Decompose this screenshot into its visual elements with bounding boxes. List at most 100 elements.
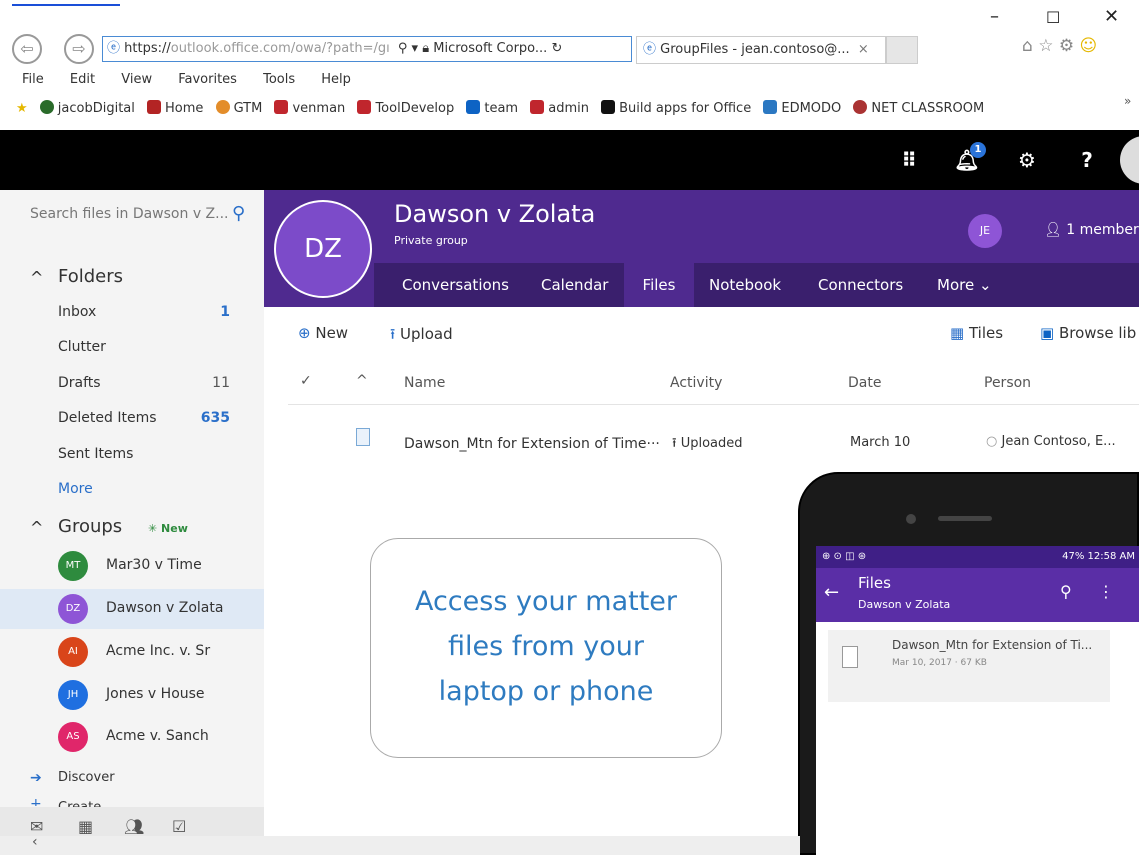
search-icon[interactable]: ⚲	[232, 196, 245, 232]
notifications-icon[interactable]: 🔔︎ 1	[944, 130, 990, 190]
top-link[interactable]	[12, 0, 120, 6]
tab-more[interactable]: More ⌄	[937, 263, 992, 307]
groups-collapse-icon[interactable]: ^	[30, 518, 43, 537]
folder-sent-items[interactable]: Sent Items	[58, 446, 133, 462]
group-item-jones[interactable]: JH Jones v House	[10, 675, 264, 715]
favorites-overflow-icon[interactable]: »	[1124, 94, 1131, 108]
group-avatar: AS	[58, 722, 88, 752]
file-name[interactable]: Dawson_Mtn for Extension of Time···	[404, 436, 660, 452]
menu-help[interactable]: Help	[321, 72, 351, 87]
calendar-icon[interactable]: ▦	[78, 817, 93, 836]
back-arrow-icon[interactable]: ←	[824, 582, 839, 603]
browser-tab[interactable]: ⓔ GroupFiles - jean.contoso@... ×	[636, 36, 886, 64]
fav-admin[interactable]: admin	[530, 100, 589, 116]
phone-search-icon[interactable]: ⚲	[1060, 582, 1072, 601]
favorites-star-icon[interactable]: ★	[16, 101, 28, 116]
address-bar[interactable]: ⓔ https://outlook.office.com/owa/?path=/…	[102, 36, 632, 62]
app-launcher-icon[interactable]: ⠿	[886, 130, 932, 190]
tab-close-icon[interactable]: ×	[858, 42, 869, 57]
menu-favorites[interactable]: Favorites	[178, 72, 237, 87]
avatar[interactable]	[1120, 136, 1139, 184]
refresh-icon[interactable]: ↻	[551, 41, 562, 56]
column-name[interactable]: Name	[404, 375, 445, 391]
folders-more-link[interactable]: More	[58, 481, 93, 497]
fav-venman[interactable]: venman	[274, 100, 345, 116]
tab-files[interactable]: Files	[624, 263, 694, 307]
folder-inbox[interactable]: Inbox	[58, 304, 96, 320]
minimize-icon[interactable]: –	[990, 6, 999, 27]
forward-button[interactable]: ⇨	[64, 34, 94, 64]
home-icon[interactable]: ⌂	[1022, 36, 1033, 56]
member-avatar[interactable]: JE	[968, 214, 1002, 248]
settings-icon[interactable]: ⚙	[1059, 36, 1074, 56]
fav-team[interactable]: team	[466, 100, 518, 116]
select-all-checkbox[interactable]: ✓	[300, 373, 312, 389]
lock-icon: 🔒︎	[422, 41, 430, 56]
fav-net-classroom[interactable]: NET CLASSROOM	[853, 100, 984, 116]
column-date[interactable]: Date	[848, 375, 881, 391]
group-item-acme-sanch[interactable]: AS Acme v. Sanch	[10, 717, 264, 757]
folders-heading[interactable]: Folders	[58, 266, 123, 287]
favorites-icon[interactable]: ☆	[1038, 36, 1053, 56]
column-person[interactable]: Person	[984, 375, 1031, 391]
tab-conversations[interactable]: Conversations	[402, 263, 509, 307]
fav-tooldevelop[interactable]: ToolDevelop	[357, 100, 454, 116]
menu-tools[interactable]: Tools	[263, 72, 295, 87]
fav-build-apps[interactable]: Build apps for Office	[601, 100, 751, 116]
people-icon[interactable]: 👥︎	[124, 817, 144, 836]
group-logo: DZ	[274, 200, 372, 298]
group-item-mar30[interactable]: MT Mar30 v Time	[10, 546, 264, 586]
fav-gtm[interactable]: GTM	[215, 100, 262, 116]
help-icon[interactable]: ?	[1064, 130, 1110, 190]
tab-notebook[interactable]: Notebook	[709, 263, 781, 307]
sort-icon[interactable]: ^	[356, 373, 368, 389]
tasks-icon[interactable]: ☑	[172, 817, 186, 836]
smiley-icon[interactable]: ☺	[1080, 36, 1098, 56]
members-button[interactable]: 👤︎ 1 member	[1044, 222, 1139, 238]
column-activity[interactable]: Activity	[670, 375, 722, 391]
group-avatar: AI	[58, 637, 88, 667]
tab-calendar[interactable]: Calendar	[541, 263, 608, 307]
browse-library-button[interactable]: ▣ Browse lib	[1040, 324, 1136, 342]
fav-edmodo[interactable]: EDMODO	[763, 100, 841, 116]
close-icon[interactable]: ✕	[1104, 6, 1119, 27]
fav-home[interactable]: Home	[147, 100, 203, 116]
fav-jacobdigital[interactable]: jacobDigital	[39, 100, 135, 116]
menu-view[interactable]: View	[121, 72, 152, 87]
phone-file-item[interactable]: Dawson_Mtn for Extension of Ti... Mar 10…	[828, 630, 1110, 702]
phone-speaker	[938, 516, 992, 521]
menu-file[interactable]: File	[22, 72, 44, 87]
tab-connectors[interactable]: Connectors	[818, 263, 903, 307]
back-button[interactable]: ⇦	[12, 34, 42, 64]
folder-deleted-items[interactable]: Deleted Items	[58, 410, 157, 426]
tiles-icon: ▦	[950, 324, 965, 342]
group-label: Mar30 v Time	[106, 557, 202, 573]
folders-collapse-icon[interactable]: ^	[30, 268, 43, 287]
group-item-dawson[interactable]: DZ Dawson v Zolata	[0, 589, 264, 629]
phone-menu-icon[interactable]: ⋮	[1098, 582, 1114, 601]
folder-drafts[interactable]: Drafts	[58, 375, 101, 391]
group-item-acme-inc[interactable]: AI Acme Inc. v. Sr	[10, 632, 264, 672]
settings-gear-icon[interactable]: ⚙	[1004, 130, 1050, 190]
new-button[interactable]: ⊕ New	[298, 324, 348, 342]
scroll-left-icon[interactable]: ‹	[32, 834, 38, 850]
maximize-icon[interactable]: ☐	[1046, 8, 1060, 27]
groups-new-badge[interactable]: ✳ New	[148, 522, 188, 535]
new-tab-button[interactable]	[886, 36, 918, 64]
tiles-button[interactable]: ▦ Tiles	[950, 324, 1003, 342]
search-input[interactable]: Search files in Dawson v Z... ⚲	[10, 196, 260, 232]
menu-edit[interactable]: Edit	[70, 72, 95, 87]
upload-button[interactable]: ⭱ Upload	[390, 324, 453, 349]
address-prefix: https://	[124, 41, 171, 56]
table-row[interactable]: Dawson_Mtn for Extension of Time··· ⭱ Up…	[288, 420, 1139, 464]
groups-heading[interactable]: Groups	[58, 516, 122, 537]
file-toolbar: ⊕ New ⭱ Upload ▦ Tiles ▣ Browse lib	[264, 307, 1139, 361]
group-nav: Conversations Calendar Files Notebook Co…	[374, 263, 1139, 307]
discover-link[interactable]: Discover	[58, 770, 115, 785]
search-icon[interactable]: ⚲ ▾	[398, 41, 418, 56]
menu-bar: File Edit View Favorites Tools Help	[0, 72, 357, 92]
horizontal-scrollbar[interactable]: ‹	[0, 834, 800, 855]
folder-clutter[interactable]: Clutter	[58, 339, 106, 355]
file-person: ○ Jean Contoso, E...	[986, 434, 1116, 449]
ie-tab-icon: ⓔ	[643, 42, 657, 57]
